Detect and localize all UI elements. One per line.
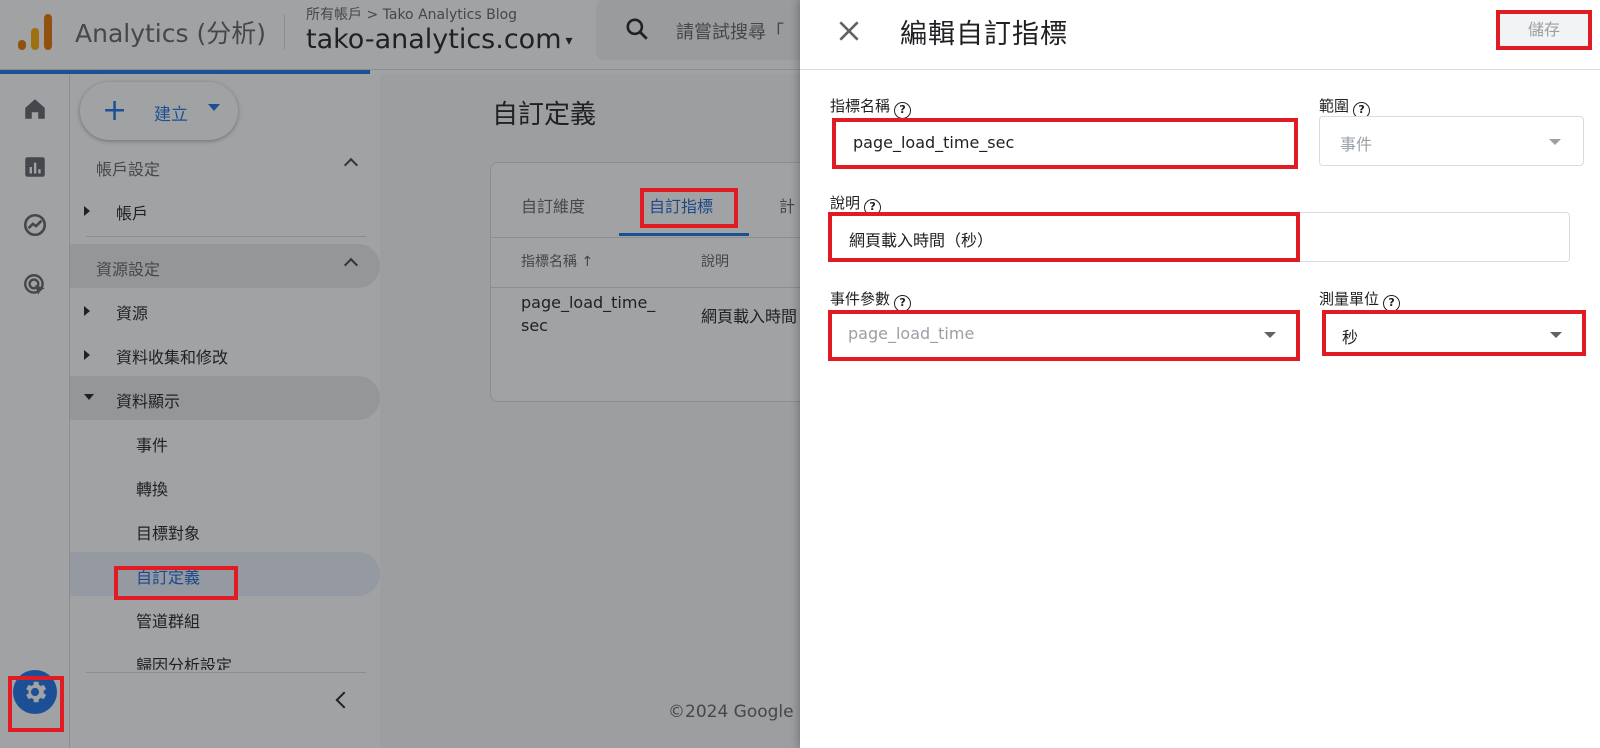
select-value: 秒	[1342, 328, 1359, 347]
modal-scrim[interactable]	[0, 0, 800, 748]
label-text: 指標名稱	[830, 97, 891, 115]
label-text: 測量單位	[1319, 290, 1380, 308]
dropdown-arrow-icon	[1549, 139, 1561, 145]
scope-select: 事件	[1319, 116, 1584, 166]
label-text: 事件參數	[830, 290, 891, 308]
label-text: 範圍	[1319, 97, 1350, 115]
event-parameter-select[interactable]: page_load_time	[828, 310, 1298, 360]
unit-label: 測量單位?	[1319, 288, 1401, 312]
input-value: page_load_time_sec	[853, 133, 1015, 152]
help-icon[interactable]: ?	[894, 102, 912, 119]
metric-name-label: 指標名稱?	[830, 95, 912, 119]
description-input[interactable]: 網頁載入時間（秒）	[828, 212, 1570, 262]
save-button[interactable]: 儲存	[1498, 12, 1590, 48]
edit-custom-metric-drawer: 編輯自訂指標 儲存 指標名稱? page_load_time_sec 範圍? 事…	[800, 0, 1600, 748]
dropdown-arrow-icon	[1550, 332, 1562, 338]
select-value: page_load_time	[848, 324, 975, 343]
dropdown-arrow-icon	[1264, 332, 1276, 338]
label-text: 說明	[830, 194, 861, 212]
unit-select[interactable]: 秒	[1322, 310, 1584, 360]
input-value: 網頁載入時間（秒）	[849, 231, 994, 250]
select-value: 事件	[1340, 135, 1373, 154]
event-parameter-label: 事件參數?	[830, 288, 912, 312]
drawer-title: 編輯自訂指標	[900, 19, 1068, 50]
close-icon[interactable]	[836, 18, 862, 44]
drawer-header: 編輯自訂指標 儲存	[800, 0, 1600, 70]
metric-name-input[interactable]: page_load_time_sec	[832, 118, 1296, 168]
